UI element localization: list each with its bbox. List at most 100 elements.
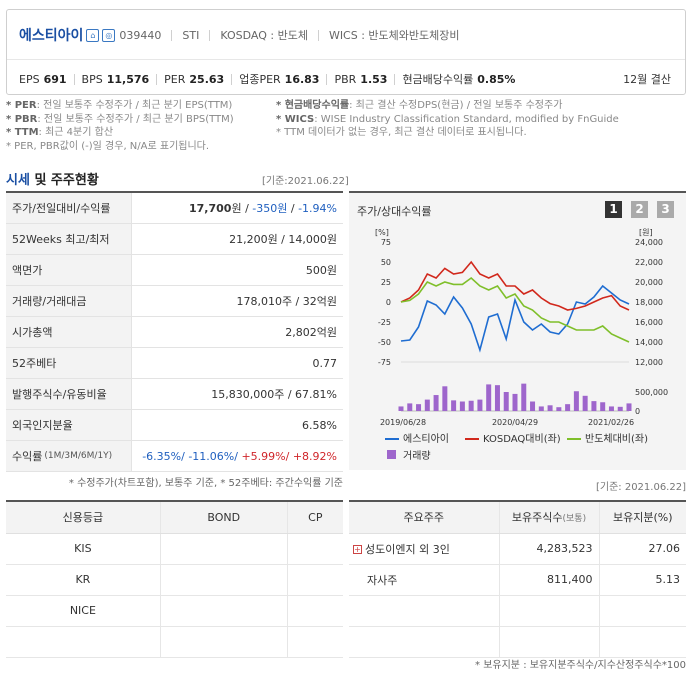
notes-left: * PER: 전일 보통주 수정주가 / 최근 분기 EPS(TTM) * PB… xyxy=(6,100,234,152)
volume-bar xyxy=(459,401,465,411)
shares-cell xyxy=(498,626,599,658)
table-row: KR xyxy=(6,564,343,596)
company-name[interactable]: 에스티아이 xyxy=(19,25,83,45)
x-tick-label: 2019/06/28 xyxy=(380,418,426,427)
left-tick-label: -50 xyxy=(378,338,391,347)
col-header: 보유주식수(보통) xyxy=(498,502,599,534)
divider xyxy=(209,29,211,41)
cp-cell xyxy=(286,533,343,565)
volume-bar xyxy=(530,401,536,411)
volume-bar xyxy=(424,399,430,411)
row-label: 52Weeks 최고/최저 xyxy=(6,224,132,254)
series-line xyxy=(400,284,630,353)
row-label: 시가총액 xyxy=(6,317,132,347)
left-axis-unit: [%] xyxy=(375,228,389,237)
row-label: 발행주식수/유동비율 xyxy=(6,379,132,409)
metric-pbr: PBR 1.53 xyxy=(334,72,388,86)
row-value: 178,010주 / 32억원 xyxy=(236,295,337,308)
right-tick-label: 20,000 xyxy=(635,278,663,287)
volume-bar xyxy=(416,404,422,411)
volume-bar xyxy=(591,401,597,411)
bond-cell xyxy=(159,626,288,658)
table-row: 수익률 (1M/3M/6M/1Y) -6.35%/ -11.06%/ +5.99%… xyxy=(6,441,343,472)
left-tick-label: 25 xyxy=(381,278,391,287)
home-icon[interactable]: ⌂ xyxy=(86,28,100,42)
x-tick-label: 2020/04/29 xyxy=(492,418,538,427)
table-row xyxy=(349,626,686,658)
row-label: 주가/전일대비/수익률 xyxy=(6,193,132,223)
divider xyxy=(7,59,685,60)
expand-icon[interactable]: + xyxy=(353,544,362,554)
table-note: * 수정주가(차트포함), 보통주 기준, * 52주베타: 주간수익률 기준 xyxy=(68,478,343,489)
section-title: 시세 및 주주현황 xyxy=(6,173,99,188)
relative-return-chart: [%] [원] 75 50 25 0 -25 -50 -75 24,000 22,000 20,000… xyxy=(375,228,668,462)
table-row: 52주베타 0.77 xyxy=(6,348,343,379)
ticker: STI xyxy=(182,28,200,42)
row-value: 2,802억원 xyxy=(285,326,337,339)
chart-panel: 주가/상대수익률 1 2 3 [%] [원] 75 50 25 0 -25 -50 -75 24,… xyxy=(349,191,686,470)
bond-cell xyxy=(159,533,288,565)
volume-bar xyxy=(503,392,509,411)
holder-cell[interactable]: + 성도이엔지 외 3인 xyxy=(349,533,499,565)
table-header: 주요주주 보유주식수(보통) 보유지분(%) xyxy=(349,502,686,534)
ir-icon[interactable]: ◎ xyxy=(102,28,116,42)
cp-cell xyxy=(286,595,343,627)
volume-bar xyxy=(477,399,483,411)
holder-cell xyxy=(349,626,499,658)
series-line xyxy=(400,276,630,343)
volume-bar xyxy=(626,403,632,411)
volume-bar xyxy=(538,406,544,411)
table-row: 거래량/거래대금 178,010주 / 32억원 xyxy=(6,286,343,317)
table-row: 자사주 811,400 5.13 xyxy=(349,564,686,596)
volume-bar xyxy=(565,404,571,411)
col-header: 신용등급 xyxy=(6,502,161,534)
price-table: 주가/전일대비/수익률 17,700원 / -350원 / -1.94% 52W… xyxy=(6,191,343,472)
volume-bar xyxy=(442,386,448,411)
stake-cell: 27.06 xyxy=(598,533,686,565)
left-tick-label: -75 xyxy=(378,358,391,367)
metric-dividend-yield: 현금배당수익률 0.85% xyxy=(402,73,516,86)
col-header: CP xyxy=(286,502,343,534)
cp-cell xyxy=(286,564,343,596)
row-label: 거래량/거래대금 xyxy=(6,286,132,316)
agency-cell: KR xyxy=(6,564,161,596)
right-tick-label: 24,000 xyxy=(635,238,663,247)
table-row: 외국인지분율 6.58% xyxy=(6,410,343,441)
stock-code: 039440 xyxy=(119,28,162,42)
table-row: 주가/전일대비/수익률 17,700원 / -350원 / -1.94% xyxy=(6,193,343,224)
chart-page-2-button[interactable]: 2 xyxy=(631,201,648,218)
holder-cell: 자사주 xyxy=(349,564,499,596)
table-row: 발행주식수/유동비율 15,830,000주 / 67.81% xyxy=(6,379,343,410)
volume-bar xyxy=(547,405,553,411)
table-row: 시가총액 2,802억원 xyxy=(6,317,343,348)
summary-box: 에스티아이 ⌂ ◎ 039440 STI KOSDAQ : 반도체 WICS :… xyxy=(6,9,686,95)
volume-bar xyxy=(556,407,562,411)
price-value: 17,700원 / -350원 / -1.94% xyxy=(189,202,337,215)
right-tick-label: 14,000 xyxy=(635,338,663,347)
bond-cell xyxy=(159,595,288,627)
chart-page-1-button[interactable]: 1 xyxy=(605,201,622,218)
table-row: + 성도이엔지 외 3인 4,283,523 27.06 xyxy=(349,533,686,565)
shareholder-table: 주요주주 보유주식수(보통) 보유지분(%) + 성도이엔지 외 3인 4,283… xyxy=(349,500,686,658)
legend-label: KOSDAQ대비(좌) xyxy=(483,433,561,445)
volume-bar xyxy=(573,391,579,411)
wics: WICS : 반도체와반도체장비 xyxy=(328,29,460,42)
title-row: 에스티아이 ⌂ ◎ 039440 STI KOSDAQ : 반도체 WICS :… xyxy=(19,26,460,44)
metric-bps: BPS 11,576 xyxy=(81,72,150,86)
left-tick-label: -25 xyxy=(378,318,391,327)
cp-cell xyxy=(286,626,343,658)
volume-bar xyxy=(486,384,492,411)
shareholder-basis-date: [기준: 2021.06.22] xyxy=(595,482,686,493)
legend-label: 에스티아이 xyxy=(403,433,449,445)
volume-bar xyxy=(398,406,404,411)
table-row: KIS xyxy=(6,533,343,565)
metric-per: PER 25.63 xyxy=(164,72,225,86)
row-label: 외국인지분율 xyxy=(6,410,132,440)
agency-cell: NICE xyxy=(6,595,161,627)
stake-cell: 5.13 xyxy=(598,564,686,596)
table-row: NICE xyxy=(6,595,343,627)
chart-page-3-button[interactable]: 3 xyxy=(657,201,674,218)
settlement-month: 12월 결산 xyxy=(623,73,671,86)
shares-cell xyxy=(498,595,599,627)
col-header: 보유지분(%) xyxy=(598,502,686,534)
